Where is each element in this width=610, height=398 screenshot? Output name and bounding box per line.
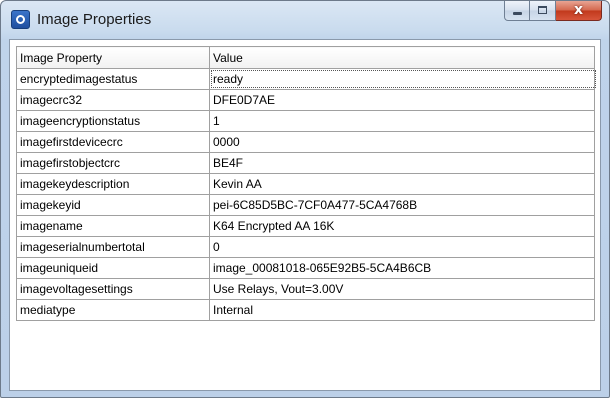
property-cell: imageuniqueid xyxy=(16,257,210,279)
value-text: BE4F xyxy=(213,156,244,170)
table-row[interactable]: imagevoltagesettings Use Relays, Vout=3.… xyxy=(16,278,595,300)
value-cell[interactable]: Internal xyxy=(209,299,595,321)
value-cell[interactable]: ready xyxy=(209,68,596,90)
value-cell[interactable]: 0000 xyxy=(209,131,595,153)
maximize-icon xyxy=(538,6,547,14)
property-cell: mediatype xyxy=(16,299,210,321)
image-properties-window: Image Properties x Image Property Value xyxy=(0,0,610,398)
table-row[interactable]: imageserialnumbertotal 0 xyxy=(16,236,595,258)
property-cell: imagename xyxy=(16,215,210,237)
properties-table: Image Property Value encryptedimagestatu… xyxy=(16,46,596,321)
value-cell[interactable]: BE4F xyxy=(209,152,595,174)
table-header-row: Image Property Value xyxy=(16,46,595,69)
property-cell: imagefirstdevicecrc xyxy=(16,131,210,153)
caption-buttons: x xyxy=(504,1,602,22)
value-cell[interactable]: K64 Encrypted AA 16K xyxy=(209,215,595,237)
value-text: Kevin AA xyxy=(213,177,262,191)
value-cell[interactable]: pei-6C85D5BC-7CF0A477-5CA4768B xyxy=(209,194,595,216)
close-button[interactable]: x xyxy=(556,1,602,21)
value-text: 0000 xyxy=(213,135,240,149)
app-icon[interactable] xyxy=(11,10,30,29)
value-text: 1 xyxy=(213,114,220,128)
value-text: Use Relays, Vout=3.00V xyxy=(213,282,344,296)
value-cell[interactable]: 0 xyxy=(209,236,595,258)
value-cell[interactable]: 1 xyxy=(209,110,595,132)
minimize-button[interactable] xyxy=(504,1,530,21)
property-cell: imagefirstobjectcrc xyxy=(16,152,210,174)
value-cell[interactable]: Kevin AA xyxy=(209,173,595,195)
value-cell[interactable]: image_00081018-065E92B5-5CA4B6CB xyxy=(209,257,595,279)
value-text: image_00081018-065E92B5-5CA4B6CB xyxy=(213,261,432,275)
value-text: K64 Encrypted AA 16K xyxy=(213,219,335,233)
property-cell: imageencryptionstatus xyxy=(16,110,210,132)
property-cell: imageserialnumbertotal xyxy=(16,236,210,258)
property-cell: imagecrc32 xyxy=(16,89,210,111)
value-cell[interactable]: Use Relays, Vout=3.00V xyxy=(209,278,595,300)
column-header-property[interactable]: Image Property xyxy=(16,46,210,69)
value-text: 0 xyxy=(213,240,220,254)
value-text: ready xyxy=(211,70,596,88)
table-row[interactable]: imagecrc32 DFE0D7AE xyxy=(16,89,595,111)
title-bar[interactable]: Image Properties x xyxy=(1,1,609,39)
table-row[interactable]: encryptedimagestatus ready xyxy=(16,68,596,90)
value-text: DFE0D7AE xyxy=(213,93,276,107)
table-row[interactable]: imagekeydescription Kevin AA xyxy=(16,173,595,195)
column-header-value[interactable]: Value xyxy=(209,46,595,69)
minimize-icon xyxy=(513,12,522,15)
table-row[interactable]: imageencryptionstatus 1 xyxy=(16,110,595,132)
property-cell: imagekeyid xyxy=(16,194,210,216)
property-cell: encryptedimagestatus xyxy=(16,68,210,90)
value-cell[interactable]: DFE0D7AE xyxy=(209,89,595,111)
property-cell: imagevoltagesettings xyxy=(16,278,210,300)
maximize-button[interactable] xyxy=(530,1,556,21)
value-text: pei-6C85D5BC-7CF0A477-5CA4768B xyxy=(213,198,418,212)
properties-panel: Image Property Value encryptedimagestatu… xyxy=(9,39,601,391)
close-icon: x xyxy=(573,2,584,18)
table-row[interactable]: imagename K64 Encrypted AA 16K xyxy=(16,215,595,237)
property-cell: imagekeydescription xyxy=(16,173,210,195)
value-text: Internal xyxy=(213,303,254,317)
window-title: Image Properties xyxy=(37,11,152,28)
table-row[interactable]: imagefirstobjectcrc BE4F xyxy=(16,152,595,174)
table-row[interactable]: mediatype Internal xyxy=(16,299,595,321)
table-row[interactable]: imagekeyid pei-6C85D5BC-7CF0A477-5CA4768… xyxy=(16,194,595,216)
table-row[interactable]: imageuniqueid image_00081018-065E92B5-5C… xyxy=(16,257,595,279)
table-row[interactable]: imagefirstdevicecrc 0000 xyxy=(16,131,595,153)
